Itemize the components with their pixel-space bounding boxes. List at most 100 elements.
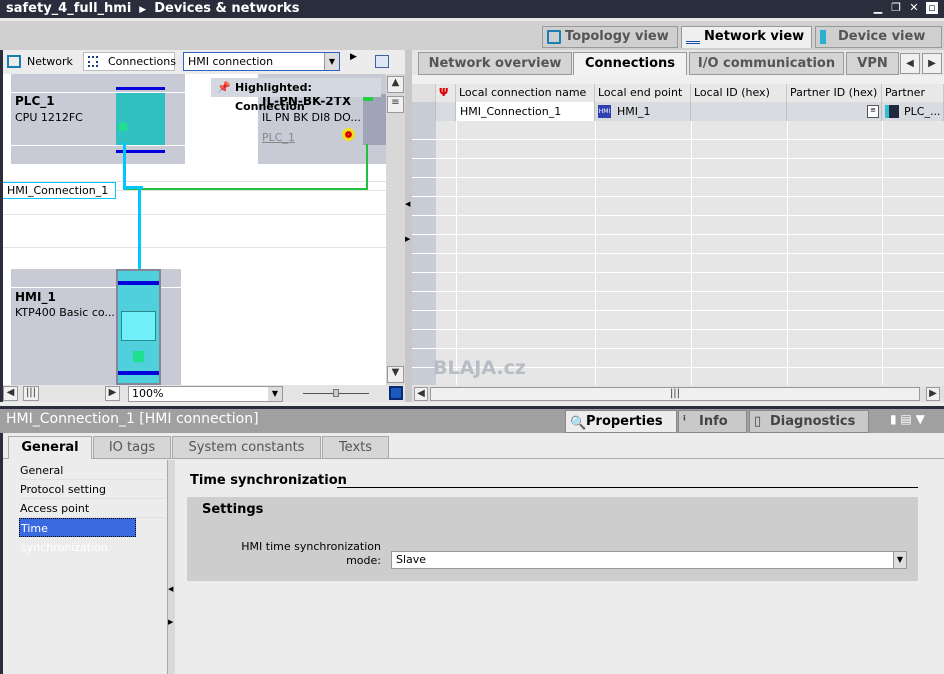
tab-topology-view[interactable]: Topology view [542,26,678,48]
panel-layout-icons[interactable]: ▮ ▤ ▼ [890,412,925,426]
hmi-panel-icon [116,269,161,385]
page-name: Devices & networks [154,1,300,16]
device-type: KTP400 Basic co... [15,306,115,319]
nav-protocol-setting[interactable]: Protocol setting [20,480,165,499]
col-local-end-point[interactable]: Local end point [595,84,691,102]
scroll-left-icon[interactable]: ◀ [3,386,18,401]
breadcrumb-arrow-icon: ▶ [139,5,147,15]
chevron-down-icon: ▼ [268,387,282,401]
nav-splitter[interactable]: ◀ ▶ [167,460,175,674]
scroll-right-icon[interactable]: ▶ [105,386,120,401]
minimize-icon[interactable]: ▁ [872,2,884,14]
tab-scroll-right-icon[interactable]: ▶ [922,53,942,74]
scroll-right-icon[interactable]: ▶ [926,387,940,401]
device-plc[interactable]: PLC_1 CPU 1212FC [11,74,185,164]
zoom-slider[interactable] [303,389,369,397]
expand-icon[interactable]: ▶ [405,235,410,243]
expand-arrow-icon[interactable]: ▶ [350,52,357,62]
tab-label: Network view [704,29,805,44]
cell-local-end-point[interactable]: HMI HMI_1 [595,102,691,121]
tab-io-communication[interactable]: I/O communication [689,52,844,75]
plc-module-icon [116,93,165,145]
hmi-connection-line[interactable] [138,186,141,272]
tooltip-text: Highlighted: Connection [235,81,312,113]
collapse-icon[interactable]: ◀ [405,200,410,208]
scroll-left-icon[interactable]: ◀ [414,387,428,401]
diagnostics-icon: ▯ [754,414,762,429]
col-partner-id[interactable]: Partner ID (hex) [787,84,882,102]
expand-icon: ▶ [168,618,174,626]
tab-info[interactable]: ⁱ Info [678,410,747,433]
topology-icon [547,30,561,44]
device-hmi[interactable]: HMI_1 KTP400 Basic co... [11,269,181,385]
tab-properties[interactable]: 🔍 Properties [565,410,677,433]
network-icon [686,30,700,44]
tab-scroll-left-icon[interactable]: ◀ [900,53,920,74]
table-horizontal-scrollbar[interactable]: ◀ ||| ▶ [412,386,944,402]
network-line [366,144,368,190]
tab-connections[interactable]: Connections [573,52,687,75]
canvas-bottom-bar: ◀ ||| ▶ 100% ▼ [3,385,405,402]
connections-button[interactable]: Connections [83,52,176,71]
nav-general[interactable]: General [20,461,165,480]
col-local-connection-name[interactable]: Local connection name [456,84,595,102]
float-icon[interactable]: ▫ [926,2,938,14]
dropdown-value: Slave [396,553,427,566]
restore-icon[interactable]: ❐ [890,2,902,14]
subtab-texts[interactable]: Texts [322,436,389,459]
splitter[interactable]: ◀ ▶ [405,50,412,402]
hscroll-thumb[interactable]: ||| [23,386,39,401]
network-line [123,188,368,190]
tab-label: Properties [586,414,663,429]
tab-network-overview[interactable]: Network overview [418,52,572,75]
list-icon[interactable]: ≡ [867,105,879,118]
subtab-general[interactable]: General [8,436,92,459]
connection-type-dropdown[interactable]: HMI connection ▼ [183,52,340,71]
subtab-system-constants[interactable]: System constants [172,436,321,459]
cell-local-id[interactable] [691,102,787,121]
section-divider [337,487,918,488]
cell-partner[interactable]: PLC_... [882,102,944,121]
scroll-thumb[interactable]: ≡ [387,96,404,113]
tab-network-view[interactable]: Network view [681,26,812,48]
device-controller-link[interactable]: PLC_1 [262,131,295,144]
col-local-id[interactable]: Local ID (hex) [691,84,787,102]
network-button[interactable]: Network [27,55,73,68]
cell-connection-name[interactable]: HMI_Connection_1 [456,102,595,121]
tab-diagnostics[interactable]: ▯ Diagnostics [749,410,869,433]
time-sync-mode-dropdown[interactable]: Slave ▼ [391,551,907,569]
partner-value: PLC_... [904,105,941,118]
canvas-vertical-scrollbar[interactable]: ▲ ≡ ▼ [386,74,405,385]
highlight-tooltip: 📌 Highlighted: Connection [211,78,381,113]
hmi-connection-line[interactable] [123,142,126,190]
tab-device-view[interactable]: Device view [815,26,942,48]
table-row[interactable]: HMI_Connection_1 HMI HMI_1 ≡ PLC_... [412,102,944,121]
scroll-up-icon[interactable]: ▲ [387,76,404,93]
nav-time-synchronization[interactable]: Time synchronization [19,518,136,554]
subtab-io-tags[interactable]: IO tags [93,436,171,459]
col-partner[interactable]: Partner [882,84,944,102]
close-icon[interactable]: ✕ [908,2,920,14]
hscroll-thumb[interactable]: ||| [430,387,920,401]
section-title: Time synchronization [190,473,347,488]
network-canvas[interactable]: PLC_1 CPU 1212FC IL-PN-BK-2TX IL PN BK D… [3,74,386,385]
pin-icon[interactable]: 📌 [217,78,231,97]
nav-access-point[interactable]: Access point [20,499,165,518]
connection-label[interactable]: HMI_Connection_1 [3,182,116,199]
tab-label: Topology view [565,29,669,44]
device-name: HMI_1 [15,290,56,304]
tab-label: Device view [838,29,926,44]
device-icon [820,30,826,44]
show-address-icon[interactable] [375,55,389,68]
scroll-down-icon[interactable]: ▼ [387,366,404,383]
overview-icon[interactable] [389,386,403,400]
properties-icon: 🔍 [570,416,587,431]
title-bar: safety_4_full_hmi ▶ Devices & networks [0,0,944,18]
watermark: BLAJA.cz [433,357,526,379]
tab-vpn[interactable]: VPN [846,52,899,75]
end-point-value: HMI_1 [617,105,651,118]
chevron-down-icon: ▼ [324,53,339,70]
network-toolbar: Network Connections HMI connection ▼ ▶ [3,50,405,74]
info-icon: ⁱ [683,414,686,429]
zoom-dropdown[interactable]: 100% ▼ [128,386,283,402]
